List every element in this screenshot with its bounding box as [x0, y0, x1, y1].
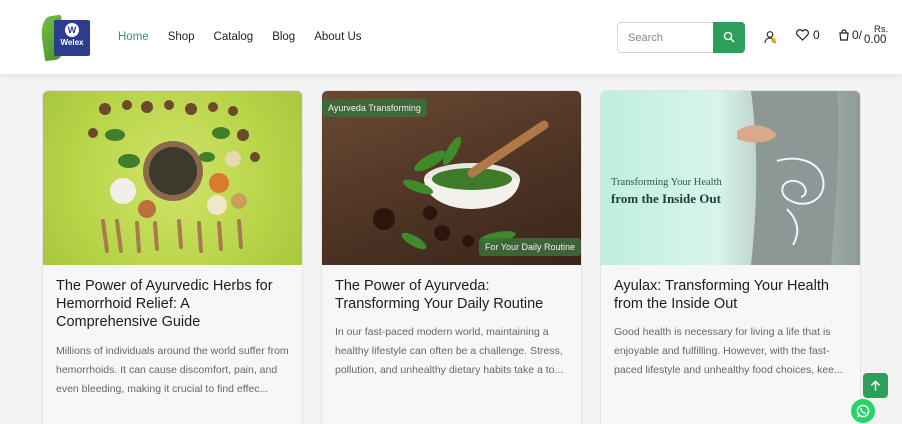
cart-link[interactable]: 0/ Rs. 0.00 [838, 24, 888, 46]
search-box [617, 22, 745, 53]
cart-count: 0/ [852, 28, 863, 42]
user-icon[interactable] [763, 30, 777, 44]
blog-card-title[interactable]: The Power of Ayurvedic Herbs for Hemorrh… [56, 277, 292, 331]
heart-icon [796, 29, 809, 41]
whatsapp-icon [856, 404, 870, 418]
nav-shop[interactable]: Shop [168, 31, 195, 43]
image-heading-line1: Transforming Your Health [611, 177, 722, 188]
blog-card-excerpt: Millions of individuals around the world… [56, 345, 289, 395]
blog-card-image[interactable]: Transforming Your Health from the Inside… [601, 91, 860, 265]
brand-logo[interactable]: W Welex [39, 14, 92, 62]
logo-box: W Welex [54, 20, 90, 56]
cart-total: Rs. 0.00 [864, 24, 888, 46]
cart-amount: 0.00 [864, 34, 887, 46]
nav-home[interactable]: Home [118, 31, 149, 43]
image-tag-top: Ayurveda Transforming [322, 99, 427, 117]
site-header: W Welex Home Shop Catalog Blog About Us … [0, 0, 902, 74]
blog-card[interactable]: Ayurveda Transforming For Your Daily Rou… [321, 90, 582, 424]
nav-catalog[interactable]: Catalog [214, 31, 254, 43]
wishlist-link[interactable]: 0 [796, 28, 820, 42]
search-button[interactable] [713, 22, 745, 53]
blog-card-image[interactable] [43, 91, 302, 265]
blog-card-title[interactable]: The Power of Ayurveda: Transforming Your… [335, 277, 571, 313]
logo-text: Welex [60, 38, 84, 47]
search-icon [723, 31, 735, 43]
blog-card-excerpt: In our fast-paced modern world, maintain… [335, 326, 564, 376]
blog-card[interactable]: Transforming Your Health from the Inside… [600, 90, 861, 424]
blog-card-excerpt: Good health is necessary for living a li… [614, 326, 843, 376]
main-nav: Home Shop Catalog Blog About Us [118, 31, 381, 43]
herbs-illustration [88, 100, 260, 253]
image-heading-line2: from the Inside Out [611, 191, 721, 206]
nav-blog[interactable]: Blog [272, 31, 295, 43]
back-to-top-button[interactable] [863, 373, 888, 398]
arrow-up-icon [871, 380, 880, 391]
wishlist-count: 0 [813, 28, 820, 42]
nav-about-us[interactable]: About Us [314, 31, 361, 43]
search-input[interactable] [618, 23, 714, 52]
cart-icon [839, 29, 849, 41]
image-tag-bottom: For Your Daily Routine [478, 238, 581, 256]
whatsapp-button[interactable] [851, 399, 875, 423]
blog-card-title[interactable]: Ayulax: Transforming Your Health from th… [614, 277, 850, 313]
blog-card-image[interactable]: Ayurveda Transforming For Your Daily Rou… [322, 91, 581, 265]
logo-badge: W [65, 23, 79, 37]
blog-card[interactable]: The Power of Ayurvedic Herbs for Hemorrh… [42, 90, 303, 424]
